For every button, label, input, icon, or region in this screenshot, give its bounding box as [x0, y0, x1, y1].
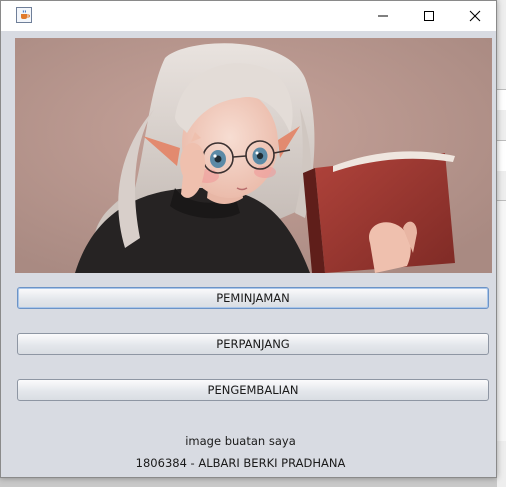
pengembalian-button[interactable]: PENGEMBALIAN: [17, 379, 489, 401]
background-panel-strip: [497, 140, 506, 171]
java-coffee-cup-icon: [16, 7, 32, 23]
author-label: 1806384 - ALBARI BERKI PRADHANA: [135, 456, 346, 470]
app-window: PEMINJAMAN PERPANJANG PENGEMBALIAN image…: [0, 0, 497, 478]
background-panel-strip: [497, 200, 506, 441]
maximize-icon: [424, 11, 434, 21]
image-caption-label: image buatan saya: [185, 434, 296, 448]
illustration-girl-reading-book-image: [15, 38, 492, 273]
background-panel-strip: [497, 89, 506, 110]
close-button[interactable]: [452, 1, 498, 31]
minimize-button[interactable]: [360, 1, 406, 31]
close-icon: [469, 10, 481, 22]
title-bar[interactable]: [1, 1, 496, 31]
peminjaman-button[interactable]: PEMINJAMAN: [17, 287, 489, 309]
perpanjang-button[interactable]: PERPANJANG: [17, 333, 489, 355]
content-panel: PEMINJAMAN PERPANJANG PENGEMBALIAN image…: [8, 31, 492, 472]
maximize-button[interactable]: [406, 1, 452, 31]
minimize-icon: [378, 15, 388, 17]
